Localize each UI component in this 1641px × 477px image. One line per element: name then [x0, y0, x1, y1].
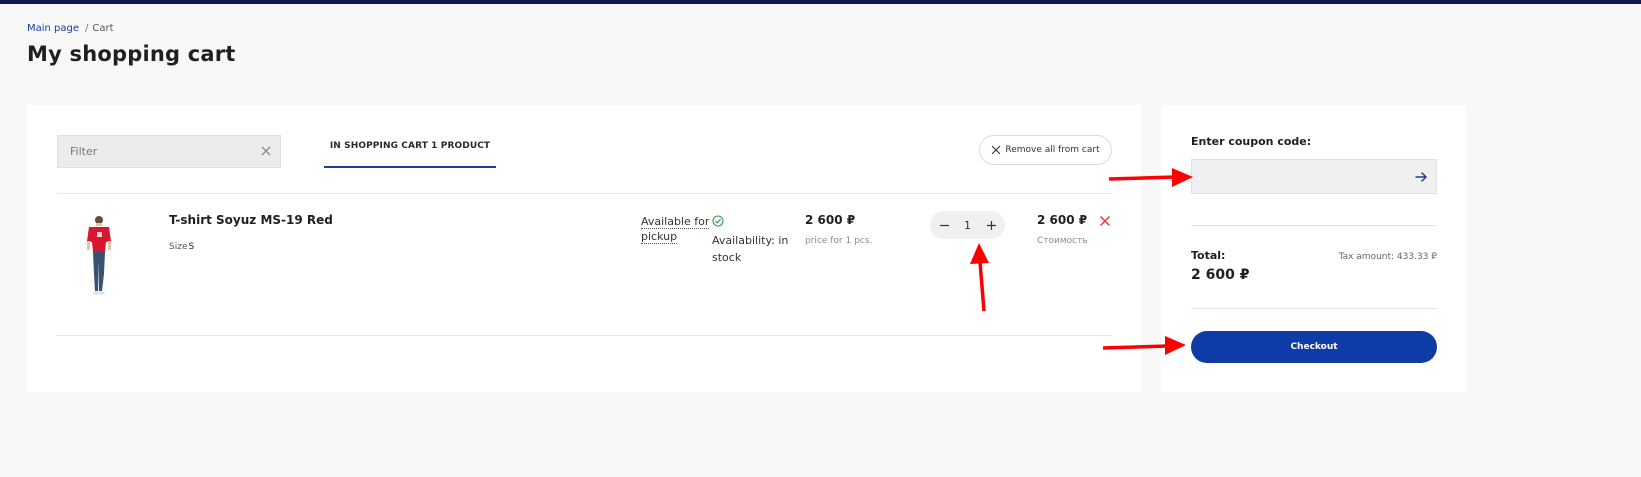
close-icon: [991, 145, 1001, 155]
product-size: SizeS: [169, 242, 194, 252]
minus-icon: [939, 224, 949, 226]
size-label: Size: [169, 242, 188, 252]
unit-price-note: price for 1 pcs.: [805, 236, 873, 246]
divider-bottom: [57, 335, 1112, 336]
filter-field: [57, 135, 281, 168]
stock-status: Availability: in stock: [712, 234, 789, 264]
remove-all-label: Remove all from cart: [1005, 145, 1100, 155]
product-image[interactable]: [82, 214, 116, 296]
total-amount: 2 600 ₽: [1191, 267, 1250, 283]
breadcrumb: Main page / Cart: [27, 23, 114, 34]
summary-divider-2: [1191, 308, 1437, 309]
total-label: Total:: [1191, 249, 1226, 262]
quantity-value[interactable]: 1: [964, 219, 971, 232]
tab-in-cart[interactable]: IN SHOPPING CART 1 PRODUCT: [324, 135, 496, 168]
breadcrumb-current: Cart: [92, 23, 114, 34]
in-stock-check-icon: [712, 215, 724, 227]
cart-panel: IN SHOPPING CART 1 PRODUCT Remove all fr…: [27, 105, 1141, 392]
summary-divider-1: [1191, 225, 1437, 226]
line-total: 2 600 ₽: [1037, 213, 1088, 227]
coupon-field: [1191, 159, 1437, 194]
page-title: My shopping cart: [27, 42, 236, 66]
checkout-button[interactable]: Checkout: [1191, 331, 1437, 363]
pickup-availability[interactable]: Available for pickup: [641, 214, 711, 244]
clear-filter-icon[interactable]: [260, 145, 272, 157]
coupon-input[interactable]: [1192, 160, 1412, 193]
filter-input[interactable]: [58, 136, 250, 167]
remove-all-button[interactable]: Remove all from cart: [979, 135, 1112, 165]
size-value: S: [188, 242, 195, 252]
breadcrumb-separator: /: [85, 23, 89, 34]
increase-quantity-button[interactable]: [984, 218, 998, 232]
top-bar: [0, 0, 1641, 4]
plus-icon: [986, 220, 996, 230]
breadcrumb-home-link[interactable]: Main page: [27, 23, 79, 34]
quantity-stepper: 1: [930, 211, 1005, 239]
pickup-text: Available for pickup: [641, 215, 710, 244]
coupon-label: Enter coupon code:: [1191, 135, 1312, 148]
order-summary-panel: Enter coupon code: Total: 2 600 ₽ Tax am…: [1161, 105, 1466, 392]
decrease-quantity-button[interactable]: [937, 218, 951, 232]
divider-top: [57, 193, 1112, 194]
line-total-note: Стоимость: [1037, 236, 1088, 246]
delete-item-icon[interactable]: [1099, 215, 1111, 227]
unit-price: 2 600 ₽: [805, 213, 856, 227]
tax-amount: Tax amount: 433.33 ₽: [1338, 252, 1437, 262]
product-name[interactable]: T-shirt Soyuz MS-19 Red: [169, 213, 333, 227]
arrow-right-icon[interactable]: [1414, 170, 1428, 184]
